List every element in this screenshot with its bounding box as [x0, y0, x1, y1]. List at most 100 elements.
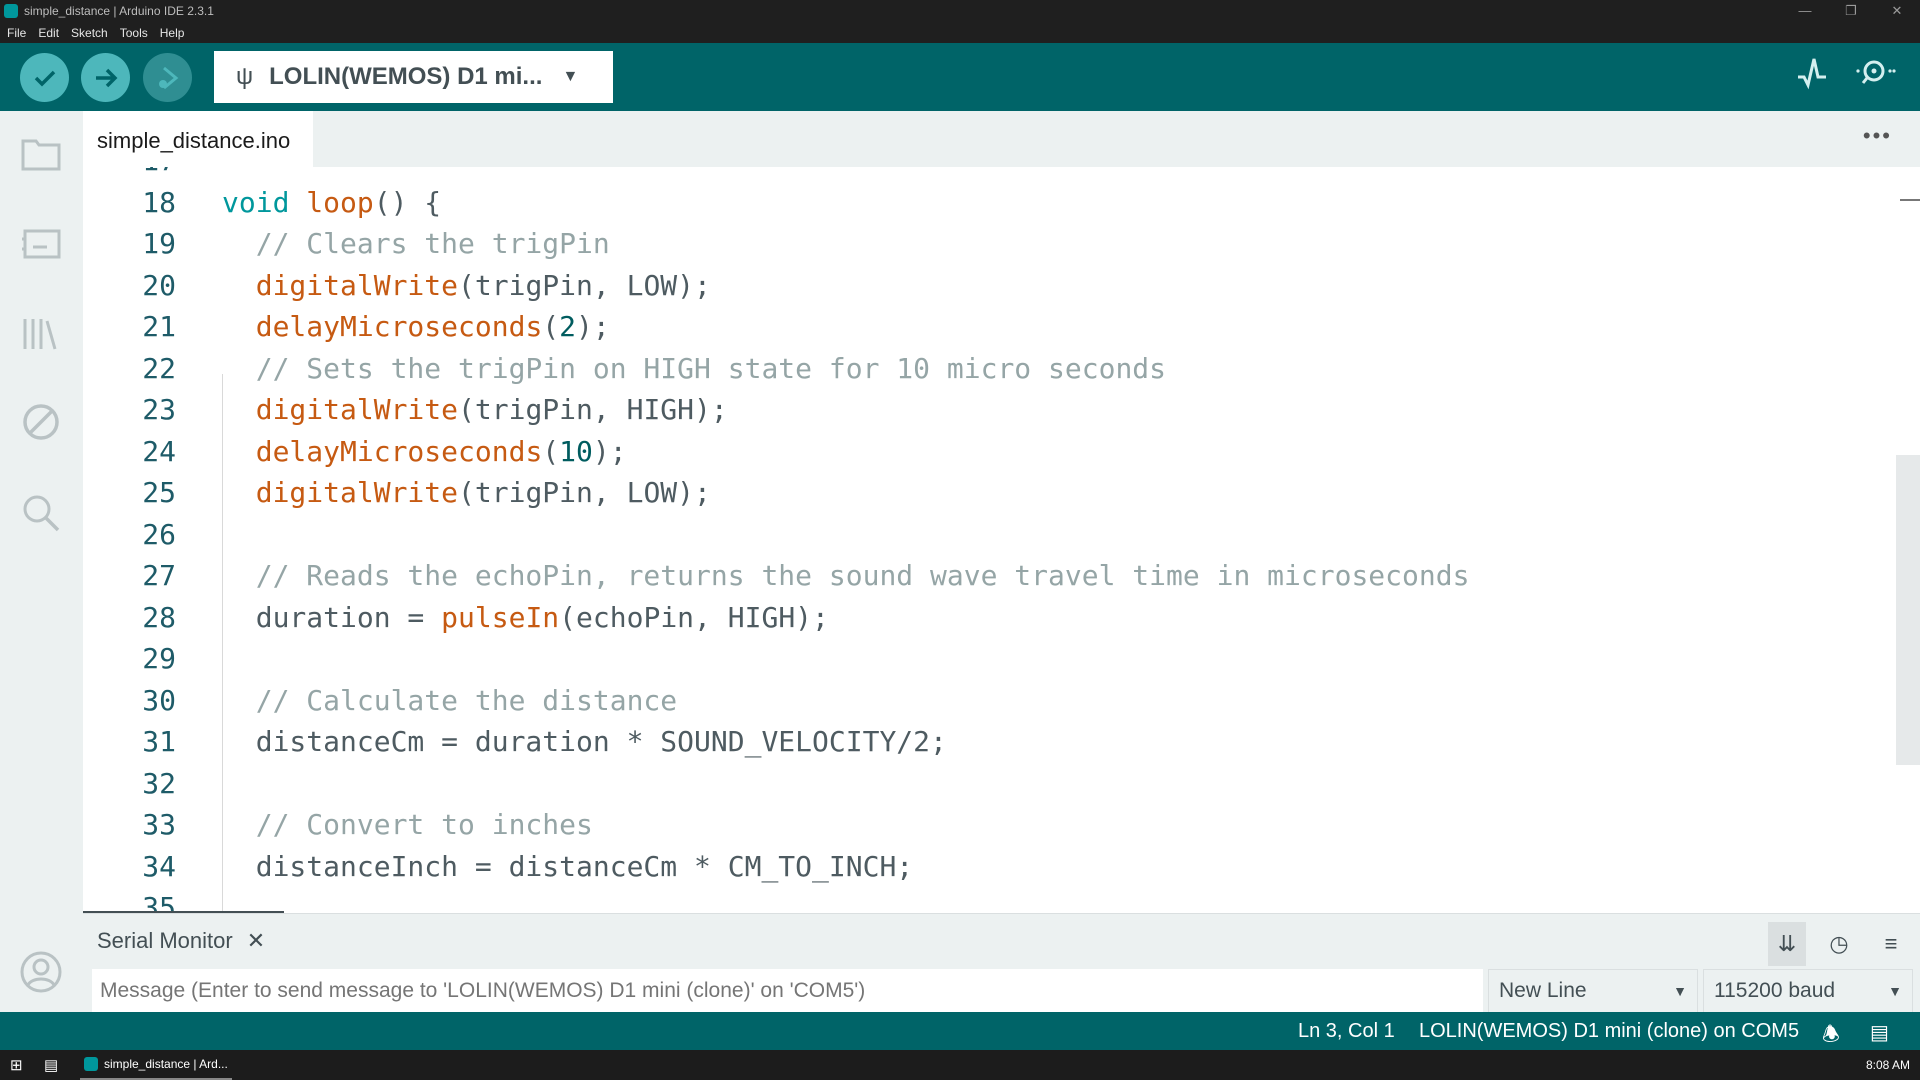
scrollbar-thumb[interactable]	[1896, 455, 1920, 765]
line-number: 18	[142, 185, 176, 219]
close-window-button[interactable]: ✕	[1874, 0, 1920, 22]
more-options-icon[interactable]: •••	[1863, 123, 1892, 149]
baud-rate-select[interactable]: 115200 baud ▼	[1703, 969, 1913, 1013]
code-line[interactable]: 20 digitalWrite(trigPin, LOW);	[83, 265, 1896, 307]
taskbar-app-label: simple_distance | Ard...	[104, 1057, 228, 1071]
line-number: 21	[142, 310, 176, 343]
line-number: 29	[142, 642, 176, 675]
verify-button[interactable]	[20, 53, 69, 102]
taskbar: ⊞ ▤ simple_distance | Ard... 8:08 AM	[0, 1050, 1920, 1080]
taskbar-app-arduino[interactable]: simple_distance | Ard...	[80, 1050, 232, 1080]
code-line[interactable]: 24 delayMicroseconds(10);	[83, 431, 1896, 473]
code-line[interactable]: 29	[83, 638, 1896, 680]
menu-file[interactable]: File	[7, 26, 26, 40]
clear-output-button[interactable]: ≡	[1872, 922, 1910, 966]
account-icon	[20, 951, 62, 993]
code-line[interactable]: 34 distanceInch = distanceCm * CM_TO_INC…	[83, 846, 1896, 888]
cursor-position[interactable]: Ln 3, Col 1	[1298, 1020, 1395, 1043]
code-line[interactable]: 30 // Calculate the distance	[83, 680, 1896, 722]
debug-panel-button[interactable]	[19, 400, 63, 444]
scroll-cursor-marker	[1900, 199, 1920, 201]
restore-button[interactable]: ❐	[1828, 0, 1874, 22]
menu-sketch[interactable]: Sketch	[71, 26, 108, 40]
code-token: distanceCm = duration * SOUND_VELOCITY/2…	[222, 725, 947, 758]
tab-simple-distance[interactable]: simple_distance.ino	[83, 111, 313, 167]
bell-icon[interactable]: 🕭	[1822, 1020, 1840, 1054]
menu-help[interactable]: Help	[160, 26, 185, 40]
board-port-status[interactable]: LOLIN(WEMOS) D1 mini (clone) on COM5	[1419, 1020, 1799, 1043]
line-number: 19	[142, 227, 176, 260]
folder-icon	[21, 139, 61, 171]
arduino-logo-icon	[4, 4, 18, 18]
code-line[interactable]: 27 // Reads the echoPin, returns the sou…	[83, 555, 1896, 597]
code-token: duration =	[222, 600, 442, 634]
code-text: duration = pulseIn(echoPin, HIGH);	[222, 597, 829, 639]
serial-plotter-icon[interactable]	[1795, 55, 1831, 91]
serial-monitor-icon[interactable]	[1850, 55, 1898, 91]
board-icon	[22, 229, 61, 259]
search-button[interactable]	[19, 491, 63, 535]
code-line[interactable]: 21 delayMicroseconds(2);	[83, 306, 1896, 348]
code-token: );	[576, 310, 610, 343]
toggle-panel-icon[interactable]: ▤	[1870, 1020, 1889, 1045]
code-line[interactable]: 26	[83, 514, 1896, 556]
code-line[interactable]: 33 // Convert to inches	[83, 804, 1896, 846]
code-token: // Reads the echoPin, returns the sound …	[222, 559, 1470, 592]
task-view-icon[interactable]: ▤	[44, 1056, 58, 1074]
minimize-button[interactable]: —	[1782, 0, 1828, 22]
code-token: 2	[559, 310, 577, 343]
code-token: distanceInch = distanceCm * CM_TO_INCH;	[222, 849, 914, 883]
message-input[interactable]	[92, 969, 1483, 1013]
autoscroll-toggle[interactable]: ⇊	[1768, 922, 1806, 966]
code-line[interactable]: 32	[83, 763, 1896, 805]
code-token: delayMicroseconds	[255, 310, 543, 343]
code-line[interactable]: 28 duration = pulseIn(echoPin, HIGH);	[83, 597, 1896, 639]
code-token: // Convert to inches	[222, 808, 593, 841]
line-number: 26	[142, 517, 176, 551]
code-line[interactable]: 35	[83, 887, 1896, 912]
timestamp-toggle[interactable]: ◷	[1820, 922, 1858, 966]
code-token: digitalWrite	[255, 268, 459, 302]
line-number: 24	[142, 434, 176, 468]
serial-monitor-title: Serial Monitor	[97, 928, 233, 953]
windows-start-icon[interactable]: ⊞	[10, 1056, 23, 1074]
close-icon[interactable]: ✕	[247, 928, 265, 953]
sketchbook-button[interactable]	[19, 132, 63, 176]
window-title: simple_distance | Arduino IDE 2.3.1	[24, 4, 214, 18]
line-number: 31	[142, 725, 176, 758]
clear-list-icon: ≡	[1884, 931, 1898, 956]
code-line[interactable]: 23 digitalWrite(trigPin, HIGH);	[83, 389, 1896, 431]
line-number: 27	[142, 559, 176, 592]
code-token: (trigPin, LOW);	[458, 476, 711, 509]
line-number: 17	[83, 167, 176, 182]
code-line[interactable]: 18 void loop() {	[83, 182, 1896, 224]
debug-button[interactable]	[143, 53, 192, 102]
menu-tools[interactable]: Tools	[120, 26, 148, 40]
line-ending-select[interactable]: New Line ▼	[1488, 969, 1698, 1013]
title-bar: simple_distance | Arduino IDE 2.3.1 — ❐ …	[0, 0, 1920, 22]
debug-icon	[158, 66, 178, 89]
account-button[interactable]	[19, 950, 63, 994]
menu-edit[interactable]: Edit	[38, 26, 59, 40]
board-name: LOLIN(WEMOS) D1 mi...	[269, 63, 543, 90]
code-text: // Calculate the distance	[222, 680, 677, 722]
code-line[interactable]: 31 distanceCm = duration * SOUND_VELOCIT…	[83, 721, 1896, 763]
code-token: pulseIn	[441, 600, 560, 634]
vertical-scrollbar[interactable]	[1896, 167, 1920, 912]
code-token: // Sets the trigPin on HIGH state for 10…	[222, 351, 1167, 385]
code-text: delayMicroseconds(2);	[222, 306, 610, 348]
code-line[interactable]: 25 digitalWrite(trigPin, LOW);	[83, 472, 1896, 514]
code-editor[interactable]: 1718void loop() {19 // Clears the trigPi…	[83, 167, 1896, 912]
code-line[interactable]: 17	[83, 167, 1896, 182]
code-text: // Convert to inches	[222, 804, 593, 846]
chevron-down-icon: ▼	[1888, 983, 1902, 999]
code-token: (trigPin, HIGH);	[458, 393, 728, 426]
boards-manager-button[interactable]	[19, 222, 63, 266]
serial-monitor-tab[interactable]: Serial Monitor ✕	[97, 928, 265, 954]
library-manager-button[interactable]	[19, 311, 63, 355]
code-line[interactable]: 19 // Clears the trigPin	[83, 223, 1896, 265]
upload-button[interactable]	[81, 53, 130, 102]
code-line[interactable]: 22 // Sets the trigPin on HIGH state for…	[83, 348, 1896, 390]
board-selector[interactable]: ψ LOLIN(WEMOS) D1 mi... ▼	[214, 51, 613, 103]
